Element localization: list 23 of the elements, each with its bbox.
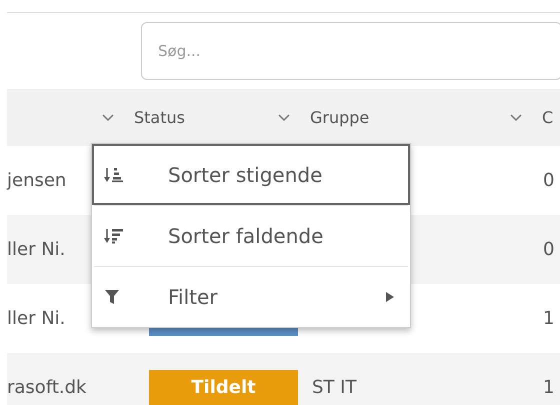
chevron-down-icon[interactable] bbox=[102, 114, 114, 122]
status-badge: Tildelt bbox=[149, 370, 298, 405]
chevron-down-icon[interactable] bbox=[510, 114, 522, 122]
table-cell-text: ST IT bbox=[312, 376, 358, 400]
filter-icon bbox=[104, 288, 120, 304]
table-cell-text: ller Ni. bbox=[7, 238, 66, 262]
table-cell-text: 1 bbox=[543, 376, 554, 400]
column-header[interactable]: C bbox=[542, 106, 554, 130]
sort-ascending-icon bbox=[104, 166, 124, 182]
table-cell-text: ller Ni. bbox=[7, 307, 66, 331]
column-header[interactable]: Gruppe bbox=[310, 106, 370, 130]
column-header[interactable]: Status bbox=[134, 106, 185, 130]
menu-item[interactable]: Sorter stigende bbox=[92, 144, 410, 205]
sort-descending-icon bbox=[104, 228, 124, 244]
chevron-down-icon[interactable] bbox=[278, 114, 290, 122]
menu-item[interactable]: Filter bbox=[92, 266, 410, 327]
menu-item[interactable]: Sorter faldende bbox=[92, 205, 410, 266]
table-cell-text: 1 bbox=[543, 307, 554, 331]
table-cell-text: rasoft.dk bbox=[7, 376, 86, 400]
table-cell-text: 0 bbox=[543, 238, 554, 262]
table-cell-text: 0 bbox=[543, 169, 554, 193]
search-field[interactable]: Søg... bbox=[141, 22, 560, 80]
table-cell-text: jensen bbox=[7, 169, 66, 193]
